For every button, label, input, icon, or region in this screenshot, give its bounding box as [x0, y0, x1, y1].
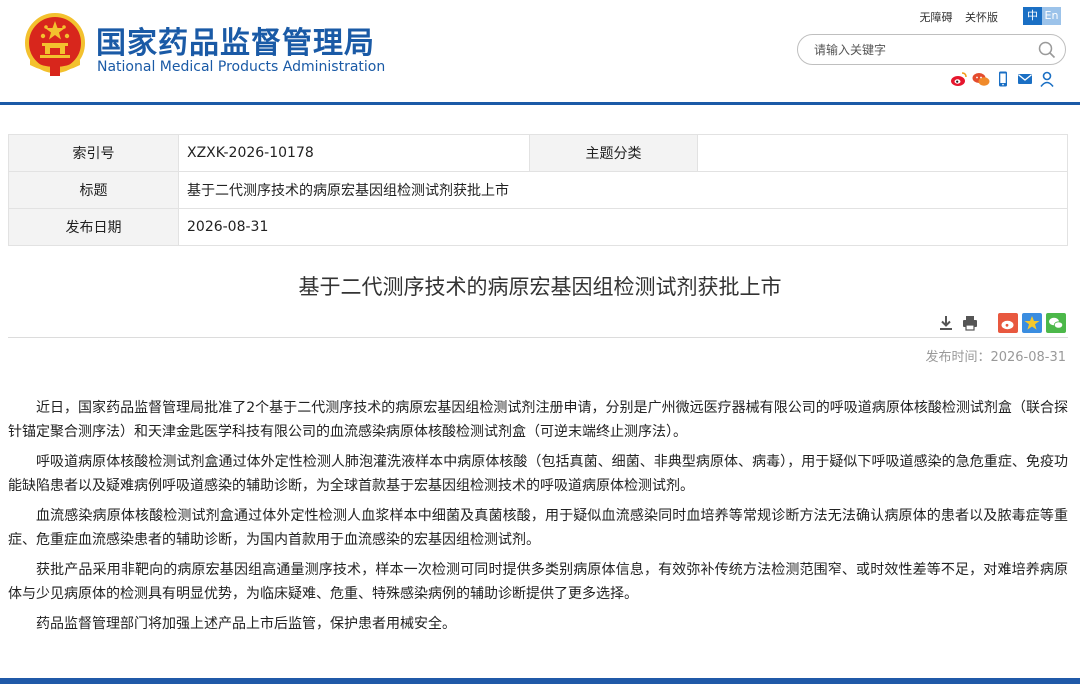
print-icon[interactable] — [960, 313, 980, 333]
article-paragraph: 呼吸道病原体核酸检测试剂盒通过体外定性检测人肺泡灌洗液样本中病原体核酸（包括真菌… — [8, 454, 1068, 494]
mobile-icon[interactable] — [994, 70, 1012, 88]
weibo-icon[interactable] — [950, 70, 968, 88]
index-label: 索引号 — [8, 134, 179, 172]
title-label: 标题 — [8, 171, 179, 209]
date-value: 2026-08-31 — [178, 208, 1068, 246]
language-switch: 中 En — [1023, 7, 1061, 25]
search-input[interactable] — [814, 41, 1034, 59]
category-value — [697, 134, 1068, 172]
footer-bar — [0, 678, 1080, 684]
index-value: XZXK-2026-10178 — [178, 134, 530, 172]
top-links: 无障碍 关怀版 — [911, 9, 999, 25]
share-weibo-icon[interactable] — [998, 313, 1018, 333]
table-row: 发布日期 2026-08-31 — [8, 208, 1068, 246]
site-name-cn[interactable]: 国家药品监督管理局 — [96, 18, 375, 62]
site-name-en[interactable]: National Medical Products Administration — [97, 59, 385, 75]
lang-en-button[interactable]: En — [1042, 7, 1061, 25]
share-qzone-icon[interactable] — [1022, 313, 1042, 333]
share-wechat-icon[interactable] — [1046, 313, 1066, 333]
search-icon[interactable] — [1038, 41, 1056, 59]
publish-date: 发布时间：2026-08-31 — [925, 350, 1066, 365]
table-row: 标题 基于二代测序技术的病原宏基因组检测试剂获批上市 — [8, 171, 1068, 209]
article-body: 近日，国家药品监督管理局批准了2个基于二代测序技术的病原宏基因组检测试剂注册申请… — [8, 396, 1068, 642]
article-tools — [936, 313, 1066, 333]
wechat-icon[interactable] — [972, 70, 990, 88]
table-row: 索引号 XZXK-2026-10178 主题分类 — [8, 134, 1068, 172]
title-value: 基于二代测序技术的病原宏基因组检测试剂获批上市 — [178, 171, 1068, 209]
download-icon[interactable] — [936, 313, 956, 333]
article-title: 基于二代测序技术的病原宏基因组检测试剂获批上市 — [298, 275, 782, 299]
care-mode-link[interactable]: 关怀版 — [965, 11, 998, 24]
header-divider — [0, 102, 1080, 105]
document-info-table: 索引号 XZXK-2026-10178 主题分类 标题 基于二代测序技术的病原宏… — [8, 134, 1068, 246]
category-label: 主题分类 — [529, 134, 698, 172]
article-divider — [8, 337, 1068, 338]
article-paragraph: 药品监督管理部门将加强上述产品上市后监管，保护患者用械安全。 — [36, 616, 456, 632]
social-links — [950, 70, 1056, 88]
search-box — [797, 34, 1066, 65]
article-paragraph: 近日，国家药品监督管理局批准了2个基于二代测序技术的病原宏基因组检测试剂注册申请… — [8, 400, 1068, 440]
tool-spacer — [984, 313, 994, 333]
national-emblem-logo — [25, 13, 85, 76]
date-label: 发布日期 — [8, 208, 179, 246]
article-paragraph: 血流感染病原体核酸检测试剂盒通过体外定性检测人血浆样本中细菌及真菌核酸，用于疑似… — [8, 508, 1068, 548]
lang-zh-button[interactable]: 中 — [1023, 7, 1042, 25]
article-paragraph: 获批产品采用非靶向的病原宏基因组高通量测序技术，样本一次检测可同时提供多类别病原… — [8, 562, 1068, 602]
accessibility-link[interactable]: 无障碍 — [920, 11, 953, 24]
email-icon[interactable] — [1016, 70, 1034, 88]
user-icon[interactable] — [1038, 70, 1056, 88]
site-header: 国家药品监督管理局 National Medical Products Admi… — [0, 0, 1080, 104]
